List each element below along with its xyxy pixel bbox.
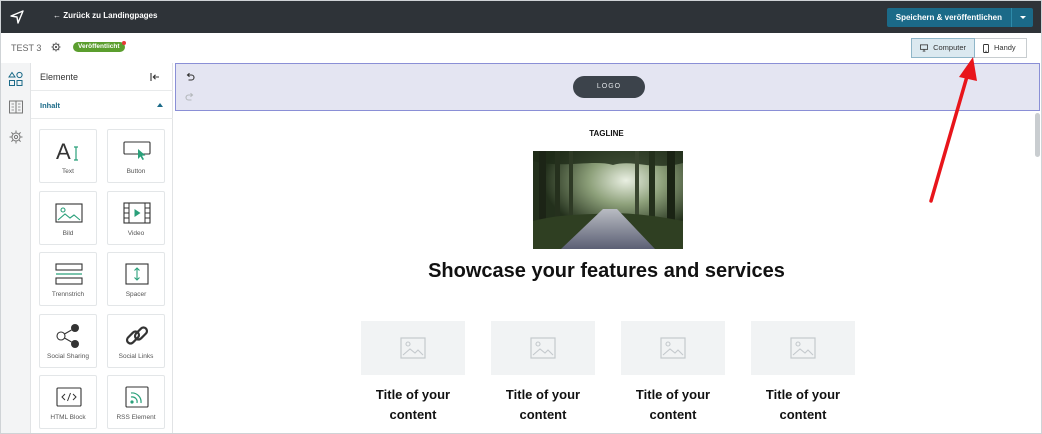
tile-label: Bild bbox=[62, 230, 74, 237]
section-inhalt-title: Inhalt bbox=[40, 101, 60, 110]
editor-window: ← Zurück zu Landingpages Speichern & ver… bbox=[0, 0, 1042, 434]
section-inhalt-header[interactable]: Inhalt bbox=[31, 91, 173, 119]
caret-down-icon bbox=[1019, 16, 1026, 19]
image-placeholder-icon bbox=[660, 337, 686, 359]
card-title[interactable]: Title of your content bbox=[751, 385, 855, 425]
card-title[interactable]: Title of your content bbox=[621, 385, 725, 425]
page-name: TEST 3 bbox=[11, 43, 42, 53]
page-header: TEST 3 Veröffentlicht Computer Handy bbox=[1, 33, 1041, 63]
tile-label: RSS Element bbox=[116, 414, 156, 421]
headline-text[interactable]: Showcase your features and services bbox=[173, 260, 1040, 283]
element-tile-html-block[interactable]: HTML Block bbox=[39, 375, 97, 429]
caret-up-icon bbox=[157, 103, 163, 107]
card-image-placeholder[interactable] bbox=[361, 321, 465, 375]
phone-icon bbox=[983, 43, 989, 53]
hero-forest-image[interactable] bbox=[533, 151, 683, 249]
element-tile-text[interactable]: A Text bbox=[39, 129, 97, 183]
layout-columns-icon[interactable] bbox=[8, 99, 24, 115]
elements-panel-header: Elemente bbox=[31, 63, 173, 91]
card-image-placeholder[interactable] bbox=[491, 321, 595, 375]
elements-panel-title: Elemente bbox=[40, 72, 79, 82]
link-icon bbox=[125, 326, 149, 345]
page-settings-gear-icon[interactable] bbox=[51, 42, 61, 52]
svg-text:A: A bbox=[56, 139, 71, 164]
element-tile-video[interactable]: Video bbox=[107, 191, 165, 245]
monitor-icon bbox=[920, 44, 929, 52]
status-badge: Veröffentlicht bbox=[73, 41, 126, 52]
content-card[interactable]: Title of your content bbox=[361, 321, 465, 425]
left-rail bbox=[1, 63, 31, 433]
header-section[interactable]: LOGO bbox=[175, 63, 1040, 111]
back-to-landingpages-link[interactable]: ← Zurück zu Landingpages bbox=[53, 11, 157, 20]
image-placeholder-icon bbox=[530, 337, 556, 359]
settings-gear-icon[interactable] bbox=[8, 129, 24, 145]
device-mobile-label: Handy bbox=[994, 43, 1016, 52]
share-icon bbox=[56, 324, 79, 348]
tile-label: Social Links bbox=[118, 353, 154, 360]
spacer-icon bbox=[125, 263, 149, 285]
element-tile-divider[interactable]: Trennstrich bbox=[39, 252, 97, 306]
editor-canvas: LOGO TAGLINE Showcase your features and … bbox=[173, 63, 1041, 433]
element-tile-rss[interactable]: RSS Element bbox=[107, 375, 165, 429]
save-publish-button[interactable]: Speichern & veröffentlichen bbox=[886, 8, 1011, 27]
undo-icon[interactable] bbox=[185, 72, 195, 82]
send-icon[interactable] bbox=[7, 7, 27, 27]
card-title[interactable]: Title of your content bbox=[491, 385, 595, 425]
code-icon bbox=[56, 387, 82, 407]
tile-label: Text bbox=[62, 168, 74, 175]
status-label: Veröffentlicht bbox=[78, 43, 120, 50]
publish-options-button[interactable] bbox=[1011, 8, 1033, 27]
logo-placeholder[interactable]: LOGO bbox=[573, 76, 645, 98]
element-tile-image[interactable]: Bild bbox=[39, 191, 97, 245]
button-icon bbox=[123, 141, 151, 160]
elements-panel: Elemente Inhalt A Text Button Bild Video… bbox=[31, 63, 173, 433]
card-image-placeholder[interactable] bbox=[621, 321, 725, 375]
image-placeholder-icon bbox=[400, 337, 426, 359]
card-title[interactable]: Title of your content bbox=[361, 385, 465, 425]
collapse-panel-icon[interactable] bbox=[149, 71, 161, 83]
element-tile-social-sharing[interactable]: Social Sharing bbox=[39, 314, 97, 368]
tile-label: Social Sharing bbox=[47, 353, 89, 360]
content-card[interactable]: Title of your content bbox=[621, 321, 725, 425]
rss-icon bbox=[125, 386, 149, 408]
top-bar: ← Zurück zu Landingpages Speichern & ver… bbox=[1, 1, 1041, 33]
device-computer-button[interactable]: Computer bbox=[911, 38, 975, 58]
tile-label: Video bbox=[127, 230, 145, 237]
tile-label: Spacer bbox=[125, 291, 147, 298]
tile-label: Trennstrich bbox=[51, 291, 85, 298]
device-mobile-button[interactable]: Handy bbox=[975, 38, 1027, 58]
tile-label: Button bbox=[126, 168, 146, 175]
element-tile-social-links[interactable]: Social Links bbox=[107, 314, 165, 368]
elements-shapes-icon[interactable] bbox=[8, 71, 24, 87]
device-computer-label: Computer bbox=[933, 43, 966, 52]
publish-button-group: Speichern & veröffentlichen bbox=[886, 8, 1033, 27]
element-tile-spacer[interactable]: Spacer bbox=[107, 252, 165, 306]
video-icon bbox=[123, 202, 151, 224]
device-toggle: Computer Handy bbox=[911, 38, 1027, 58]
divider-icon bbox=[55, 263, 83, 285]
tagline-text[interactable]: TAGLINE bbox=[173, 129, 1040, 138]
image-placeholder-icon bbox=[790, 337, 816, 359]
text-icon: A bbox=[56, 139, 78, 164]
content-card[interactable]: Title of your content bbox=[751, 321, 855, 425]
tile-label: HTML Block bbox=[50, 414, 86, 421]
element-tile-button[interactable]: Button bbox=[107, 129, 165, 183]
content-card[interactable]: Title of your content bbox=[491, 321, 595, 425]
image-icon bbox=[55, 203, 83, 223]
card-image-placeholder[interactable] bbox=[751, 321, 855, 375]
status-alert-dot bbox=[121, 41, 126, 45]
redo-icon[interactable] bbox=[185, 92, 195, 102]
